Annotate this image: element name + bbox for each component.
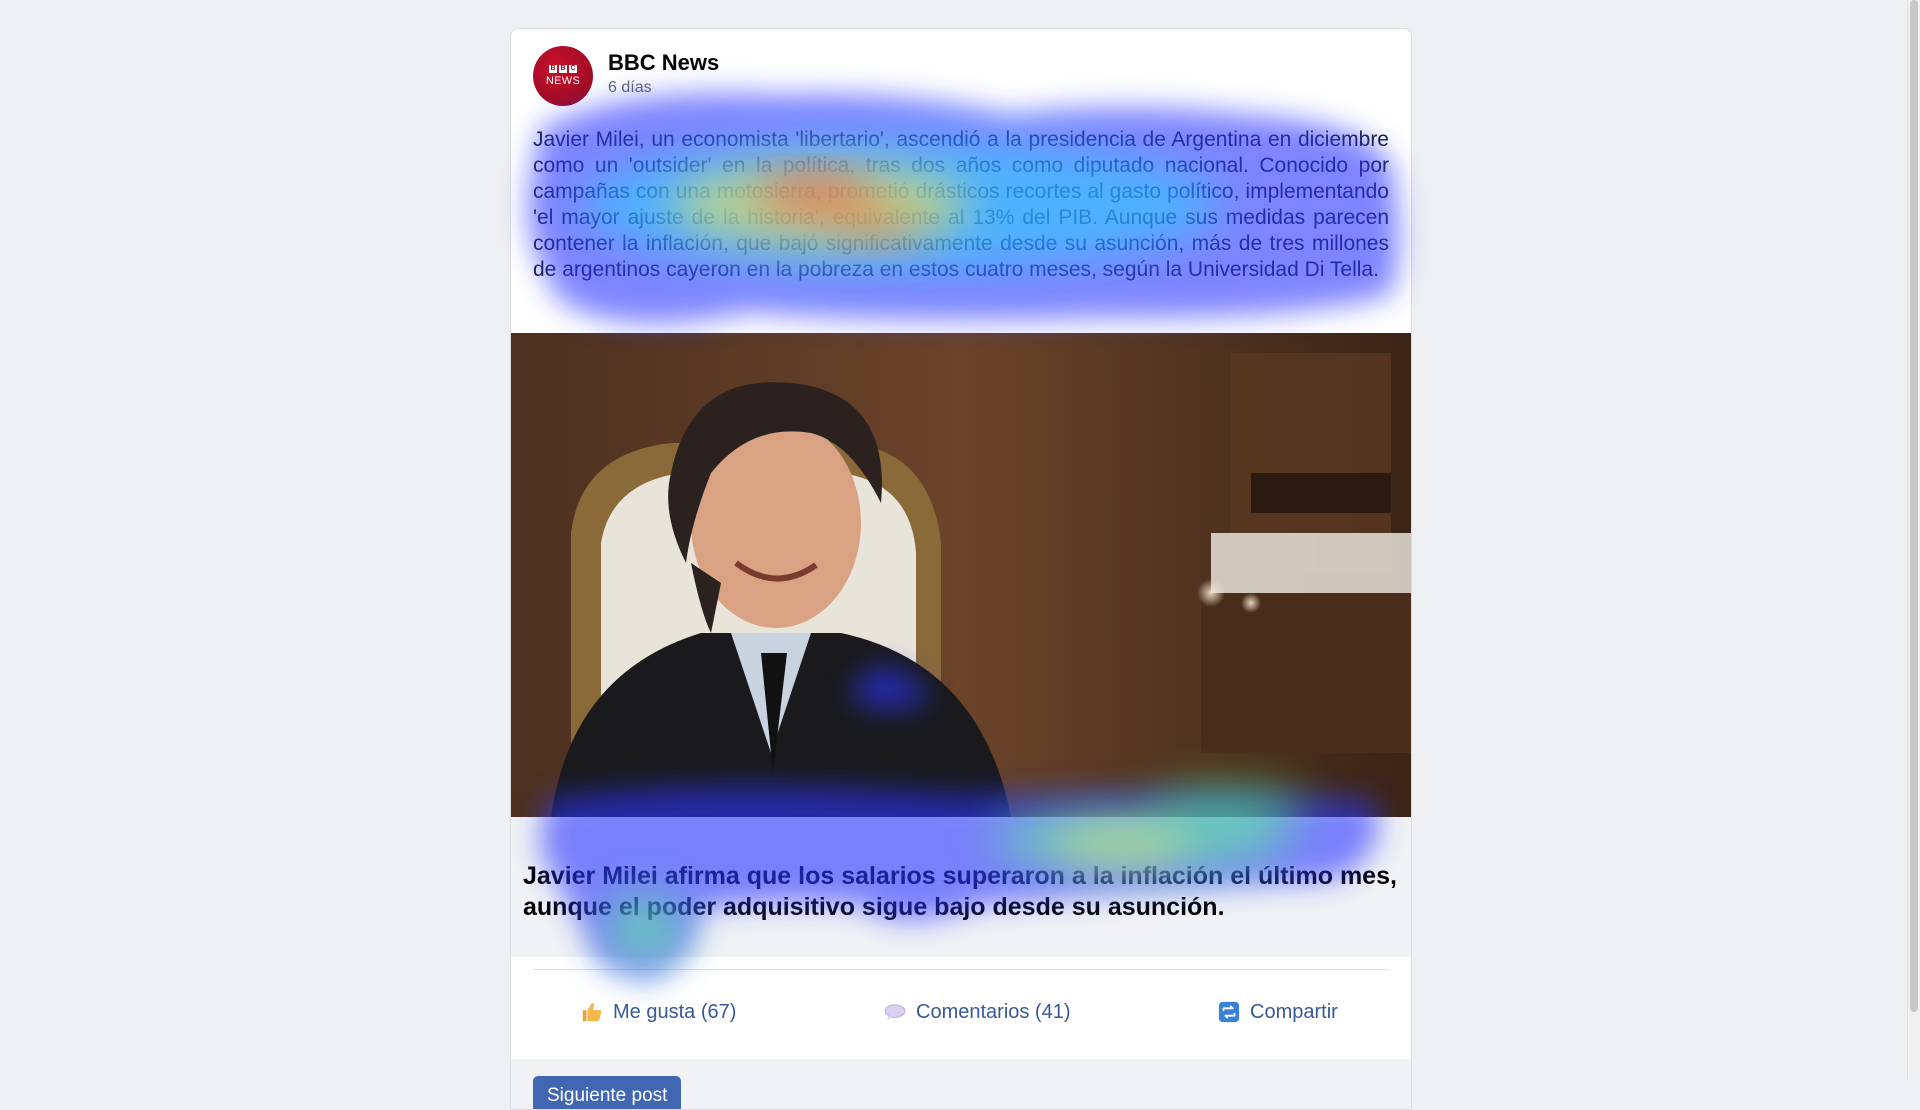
bbc-news-avatar[interactable]: BBC NEWS (533, 46, 593, 106)
share-arrows-icon (1218, 1001, 1240, 1023)
link-headline[interactable]: Javier Milei afirma que los salarios sup… (523, 861, 1403, 923)
scrollbar-thumb[interactable] (1910, 0, 1918, 1012)
photo-illustration (511, 333, 1411, 817)
actions-divider (533, 969, 1389, 970)
share-label: Compartir (1250, 1000, 1338, 1023)
post-text: Javier Milei, un economista 'libertario'… (533, 128, 1389, 281)
next-post-button[interactable]: Siguiente post (533, 1076, 682, 1109)
share-button[interactable]: Compartir (1218, 987, 1338, 1037)
card-footer: Siguiente post (511, 1059, 1411, 1109)
author-name[interactable]: BBC News (608, 50, 719, 76)
speech-bubble-icon (884, 1003, 906, 1021)
like-label: Me gusta (67) (613, 1000, 737, 1023)
post-timestamp: 6 días (608, 79, 652, 96)
thumbs-up-icon (581, 1001, 603, 1023)
link-preview[interactable]: Javier Milei afirma que los salarios sup… (511, 817, 1411, 957)
avatar-news-text: NEWS (545, 75, 581, 87)
like-button[interactable]: Me gusta (67) (581, 987, 736, 1037)
page-scrollbar[interactable] (1907, 0, 1920, 1080)
post-photo[interactable] (511, 333, 1411, 817)
comment-label: Comentarios (41) (916, 1000, 1071, 1023)
post-card: BBC NEWS BBC News 6 días Javier Milei, u… (510, 28, 1412, 1110)
bbc-logo-blocks: BBC (549, 65, 577, 73)
post-actions: Me gusta (67) Comentarios (41) Compartir (511, 987, 1411, 1037)
comment-button[interactable]: Comentarios (41) (884, 987, 1071, 1037)
